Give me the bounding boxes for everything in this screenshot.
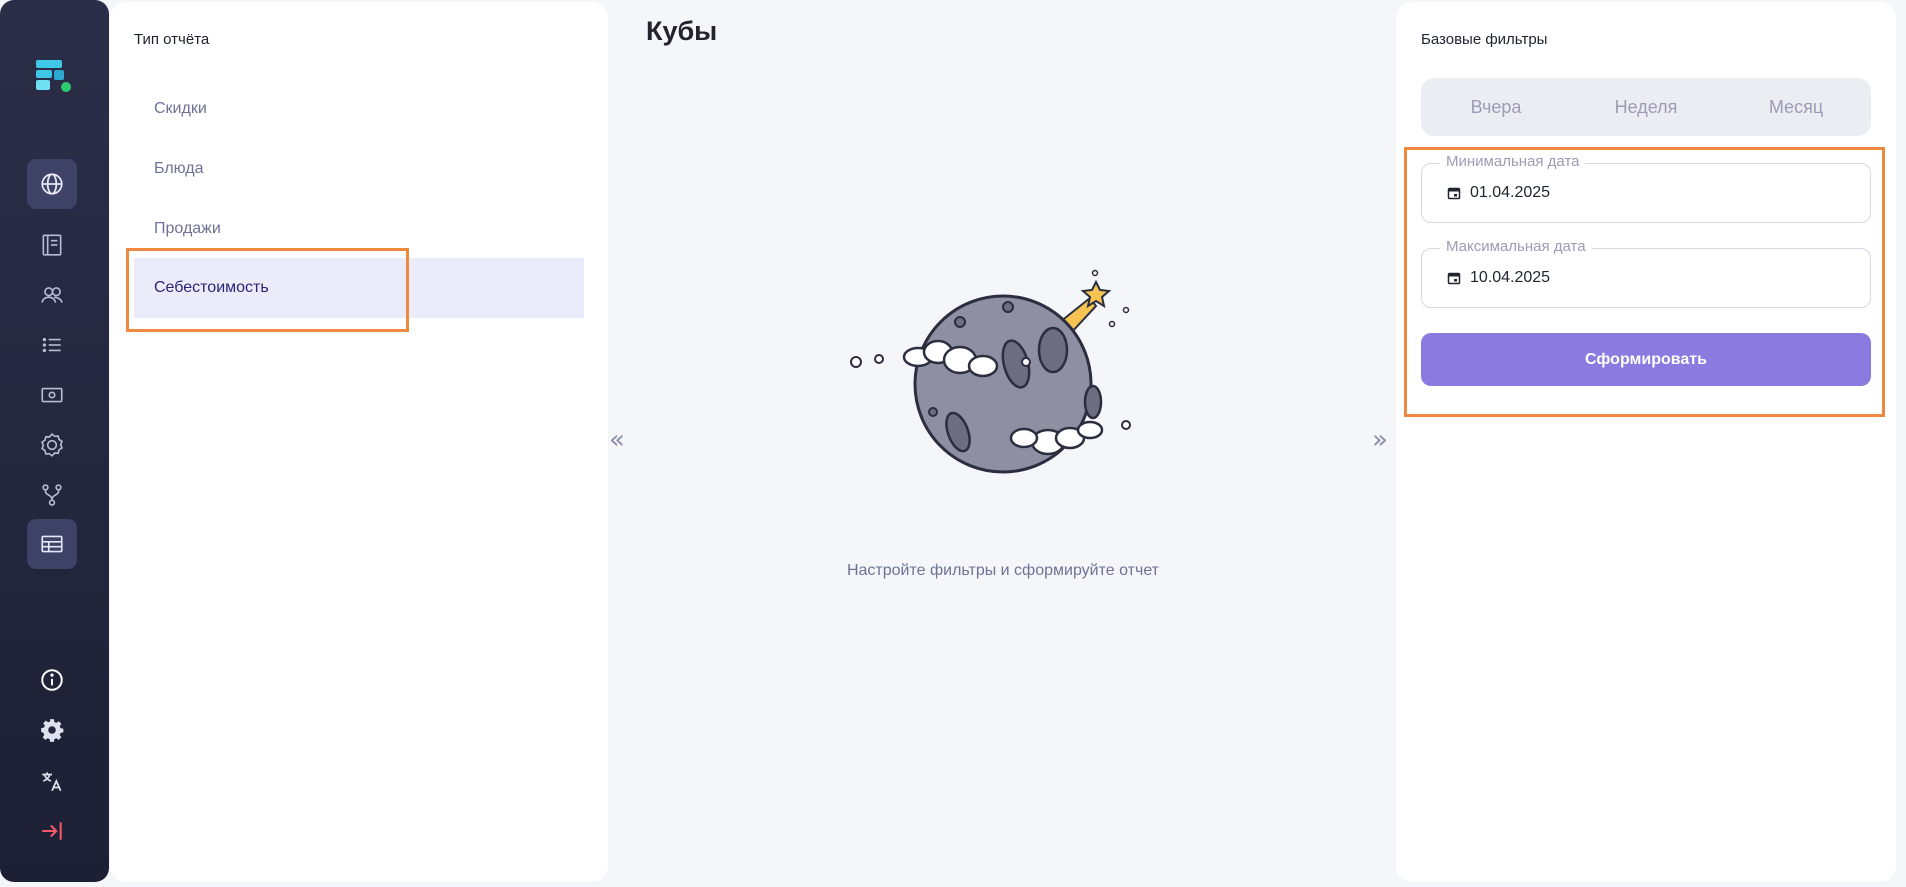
gear-icon [41, 719, 64, 742]
filters-title: Базовые фильтры [1421, 31, 1548, 48]
period-selector: Вчера Неделя Месяц [1421, 78, 1871, 136]
report-type-discounts[interactable]: Скидки [134, 79, 584, 139]
period-week-button[interactable]: Неделя [1571, 78, 1721, 136]
badge-icon [41, 433, 63, 457]
nav-book[interactable] [27, 220, 77, 270]
cash-icon [41, 387, 63, 403]
nav-rail [0, 0, 109, 882]
base-filters-panel: Базовые фильтры Вчера Неделя Месяц Миним… [1396, 2, 1896, 882]
report-type-panel: Тип отчёта Скидки Блюда Продажи Себестои… [110, 2, 608, 882]
nav-globe[interactable] [27, 159, 77, 209]
nav-language[interactable] [27, 756, 77, 806]
branch-icon [42, 484, 62, 506]
table-icon [41, 535, 63, 553]
nav-info[interactable] [27, 655, 77, 705]
nav-list[interactable] [27, 320, 77, 370]
nav-logout[interactable] [27, 806, 77, 856]
info-icon [41, 669, 63, 691]
users-icon [41, 287, 63, 303]
nav-users[interactable] [27, 270, 77, 320]
list-icon [42, 337, 61, 353]
nav-branch[interactable] [27, 470, 77, 520]
empty-state-moon-illustration [850, 269, 1131, 474]
nav-cash[interactable] [27, 370, 77, 420]
report-type-dishes[interactable]: Блюда [134, 139, 584, 199]
period-month-button[interactable]: Месяц [1721, 78, 1871, 136]
nav-badge[interactable] [27, 420, 77, 470]
calendar-icon [1447, 272, 1461, 285]
logout-icon [42, 822, 62, 840]
min-date-value: 01.04.2025 [1470, 184, 1551, 201]
max-date-label: Максимальная дата [1440, 238, 1592, 255]
nav-settings[interactable] [27, 705, 77, 755]
report-type-sales[interactable]: Продажи [134, 199, 584, 259]
min-date-field[interactable]: Минимальная дата 01.04.2025 [1421, 153, 1871, 223]
app-logo[interactable] [34, 57, 74, 97]
min-date-label: Минимальная дата [1440, 153, 1586, 170]
calendar-icon [1447, 187, 1461, 200]
globe-icon [41, 173, 63, 195]
translate-icon [42, 772, 62, 792]
book-icon [42, 234, 62, 256]
generate-report-button[interactable]: Сформировать [1421, 333, 1871, 386]
collapse-left-button[interactable]: « [609, 425, 625, 455]
report-type-cost[interactable]: Себестоимость [134, 258, 584, 318]
period-yesterday-button[interactable]: Вчера [1421, 78, 1571, 136]
max-date-value: 10.04.2025 [1470, 269, 1551, 286]
nav-table[interactable] [27, 519, 77, 569]
collapse-right-button[interactable]: » [1372, 425, 1388, 455]
report-type-title: Тип отчёта [134, 31, 210, 48]
page-title: Кубы [646, 16, 718, 46]
max-date-field[interactable]: Максимальная дата 10.04.2025 [1421, 238, 1871, 308]
empty-state-message: Настройте фильтры и сформируйте отчет [846, 562, 1160, 579]
